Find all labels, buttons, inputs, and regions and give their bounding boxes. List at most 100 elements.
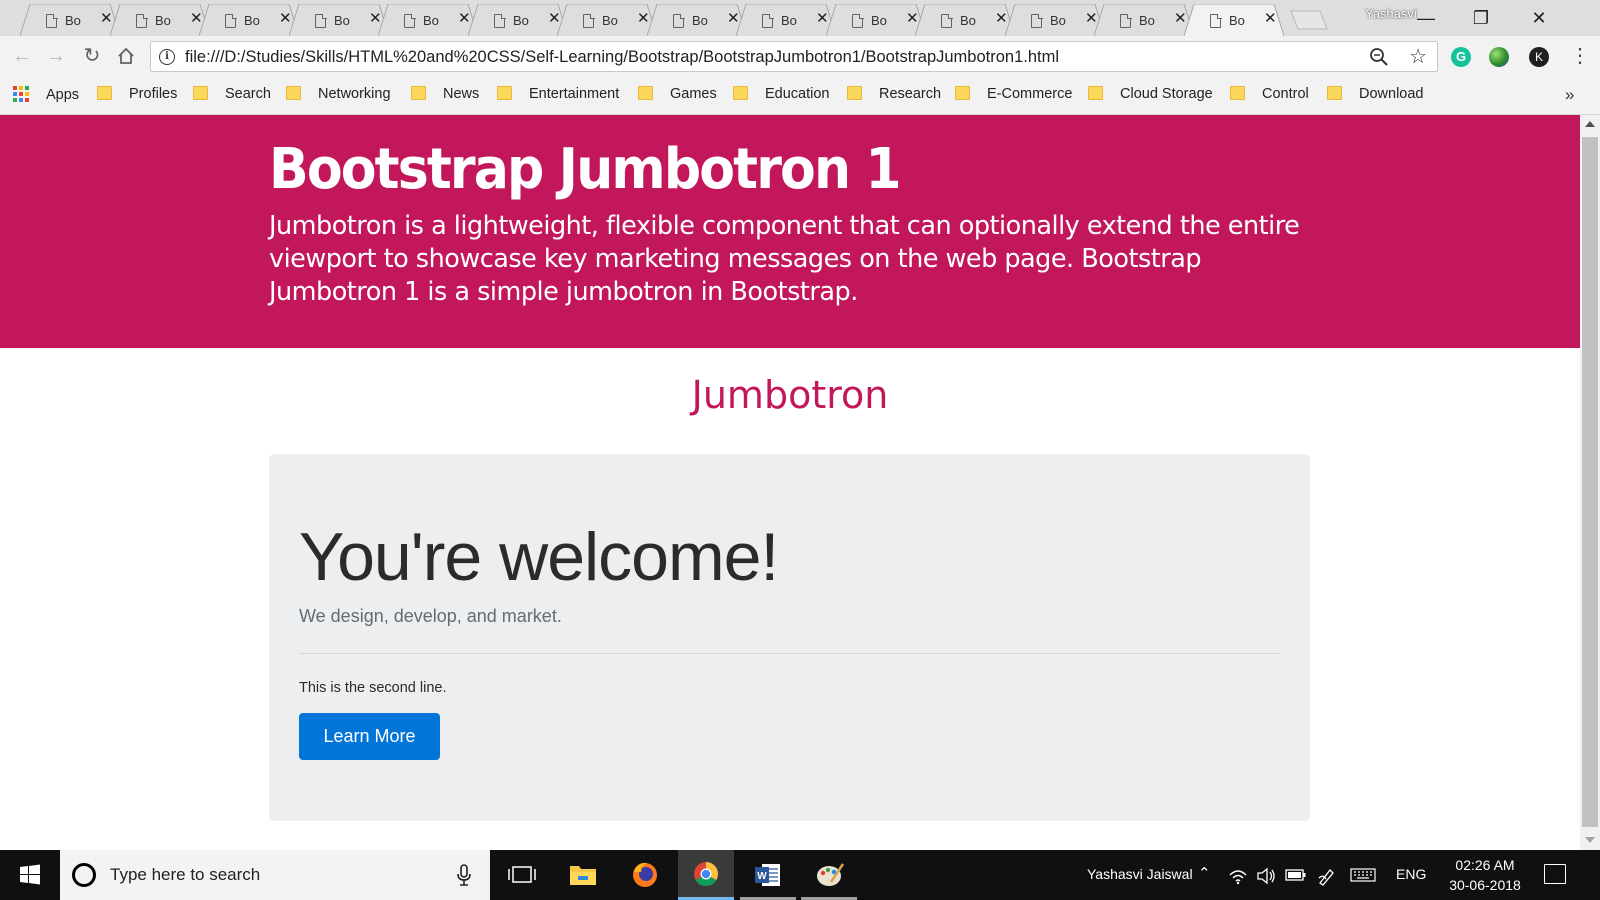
tab[interactable]: Bo ✕ [110, 4, 210, 36]
page-icon [1210, 13, 1222, 28]
learn-more-button[interactable]: Learn More [299, 713, 440, 760]
language-indicator[interactable]: ENG [1396, 866, 1426, 882]
bookmark-folder[interactable]: Download [1327, 86, 1424, 106]
tab[interactable]: Bo ✕ [378, 4, 478, 36]
task-view-button[interactable] [494, 850, 550, 900]
zoom-icon[interactable] [1369, 47, 1389, 67]
forward-button[interactable]: → [44, 44, 68, 68]
action-center-icon[interactable] [1544, 864, 1566, 884]
folder-icon [733, 86, 748, 100]
bookmark-folder[interactable]: Control [1230, 86, 1309, 106]
windows-logo-icon [20, 864, 40, 885]
tab-title: Bo [1139, 13, 1155, 28]
bookmark-star-icon[interactable]: ☆ [1409, 44, 1427, 69]
scroll-down-arrow-icon[interactable] [1585, 837, 1595, 843]
close-window-button[interactable]: ✕ [1516, 4, 1562, 32]
battery-icon[interactable] [1285, 868, 1307, 882]
address-bar[interactable]: i file:///D:/Studies/Skills/HTML%20and%2… [150, 41, 1438, 72]
grammarly-extension-icon[interactable]: G [1451, 47, 1471, 67]
bookmark-folder[interactable]: Networking [286, 86, 391, 106]
profile-avatar[interactable]: K [1529, 47, 1549, 67]
tab-active[interactable]: Bo ✕ [1184, 4, 1284, 36]
scrollbar-thumb[interactable] [1582, 137, 1598, 827]
pen-icon[interactable] [1317, 866, 1337, 886]
bookmark-folder[interactable]: News [411, 86, 479, 106]
folder-icon [955, 86, 970, 100]
windows-taskbar: Type here to search W Yashasvi Jaiswal ⌃… [0, 850, 1600, 900]
task-view-icon [508, 866, 536, 883]
info-icon[interactable]: i [159, 49, 175, 65]
folder-icon [1327, 86, 1342, 100]
bookmark-folder[interactable]: Education [733, 86, 830, 106]
url-text[interactable]: file:///D:/Studies/Skills/HTML%20and%20C… [185, 48, 1059, 67]
tab[interactable]: Bo ✕ [647, 4, 747, 36]
volume-icon[interactable] [1256, 867, 1276, 885]
bookmark-folder[interactable]: Games [638, 86, 717, 106]
paint-palette-icon [817, 863, 845, 886]
bookmark-folder[interactable]: Profiles [97, 86, 177, 106]
microphone-icon[interactable] [456, 863, 472, 887]
page-icon [852, 13, 864, 28]
home-button[interactable] [114, 44, 138, 68]
new-tab-button[interactable] [1290, 10, 1328, 30]
tab[interactable]: Bo ✕ [826, 4, 926, 36]
minimize-button[interactable]: — [1403, 4, 1449, 32]
taskbar-search[interactable]: Type here to search [60, 850, 490, 900]
bookmark-folder[interactable]: Search [193, 86, 271, 106]
wifi-icon[interactable] [1228, 867, 1248, 885]
tab[interactable]: Bo ✕ [915, 4, 1015, 36]
tab[interactable]: Bo ✕ [736, 4, 836, 36]
page-icon [46, 13, 58, 28]
bookmark-label: Education [765, 86, 830, 102]
tab[interactable]: Bo ✕ [20, 4, 120, 36]
globe-extension-icon[interactable] [1489, 47, 1509, 67]
taskbar-user-name[interactable]: Yashasvi Jaiswal [1087, 866, 1193, 882]
hero-banner: Bootstrap Jumbotron 1 Jumbotron is a lig… [0, 115, 1580, 348]
bookmark-label: E-Commerce [987, 86, 1073, 102]
chrome-button[interactable] [678, 850, 734, 900]
bookmark-folder[interactable]: Entertainment [497, 86, 619, 106]
word-button[interactable]: W [740, 850, 796, 900]
paint-button[interactable] [801, 850, 857, 900]
bookmark-label: Apps [46, 87, 80, 103]
tab-title: Bo [334, 13, 350, 28]
tab-close-icon[interactable]: ✕ [1264, 11, 1277, 27]
tab[interactable]: Bo ✕ [557, 4, 657, 36]
tab[interactable]: Bo ✕ [1094, 4, 1194, 36]
bookmark-folder[interactable]: Cloud Storage [1088, 86, 1213, 106]
vertical-scrollbar[interactable] [1580, 115, 1600, 850]
bookmark-label: Networking [318, 86, 391, 102]
folder-icon [411, 86, 426, 100]
tab[interactable]: Bo ✕ [199, 4, 299, 36]
tab[interactable]: Bo ✕ [289, 4, 389, 36]
page-icon [762, 13, 774, 28]
home-icon [118, 47, 134, 64]
folder-icon [1088, 86, 1103, 100]
tab[interactable]: Bo ✕ [468, 4, 568, 36]
start-button[interactable] [0, 850, 60, 900]
clock-date: 30-06-2018 [1449, 877, 1521, 893]
reload-button[interactable]: ↻ [80, 44, 104, 68]
svg-text:W: W [757, 871, 767, 882]
bookmark-folder[interactable]: Research [847, 86, 941, 106]
clock[interactable]: 02:26 AM 30-06-2018 [1440, 855, 1530, 895]
firefox-button[interactable] [617, 850, 673, 900]
tab[interactable]: Bo ✕ [1005, 4, 1105, 36]
file-explorer-button[interactable] [555, 850, 611, 900]
bookmark-label: Control [1262, 86, 1309, 102]
tab-title: Bo [155, 13, 171, 28]
folder-icon [1230, 86, 1245, 100]
page-icon [673, 13, 685, 28]
keyboard-icon[interactable] [1350, 868, 1376, 882]
scroll-up-arrow-icon[interactable] [1585, 121, 1595, 127]
bookmark-apps[interactable]: Apps [13, 86, 79, 106]
tab-title: Bo [871, 13, 887, 28]
back-button[interactable]: ← [10, 44, 34, 68]
bookmarks-overflow-button[interactable]: » [1565, 85, 1574, 105]
firefox-icon [633, 862, 657, 887]
restore-button[interactable]: ❐ [1458, 4, 1504, 32]
bookmark-label: Cloud Storage [1120, 86, 1213, 102]
show-hidden-icons-chevron-up-icon[interactable]: ⌃ [1198, 864, 1211, 882]
bookmark-folder[interactable]: E-Commerce [955, 86, 1072, 106]
menu-dots-icon[interactable]: ⋮ [1570, 46, 1590, 66]
